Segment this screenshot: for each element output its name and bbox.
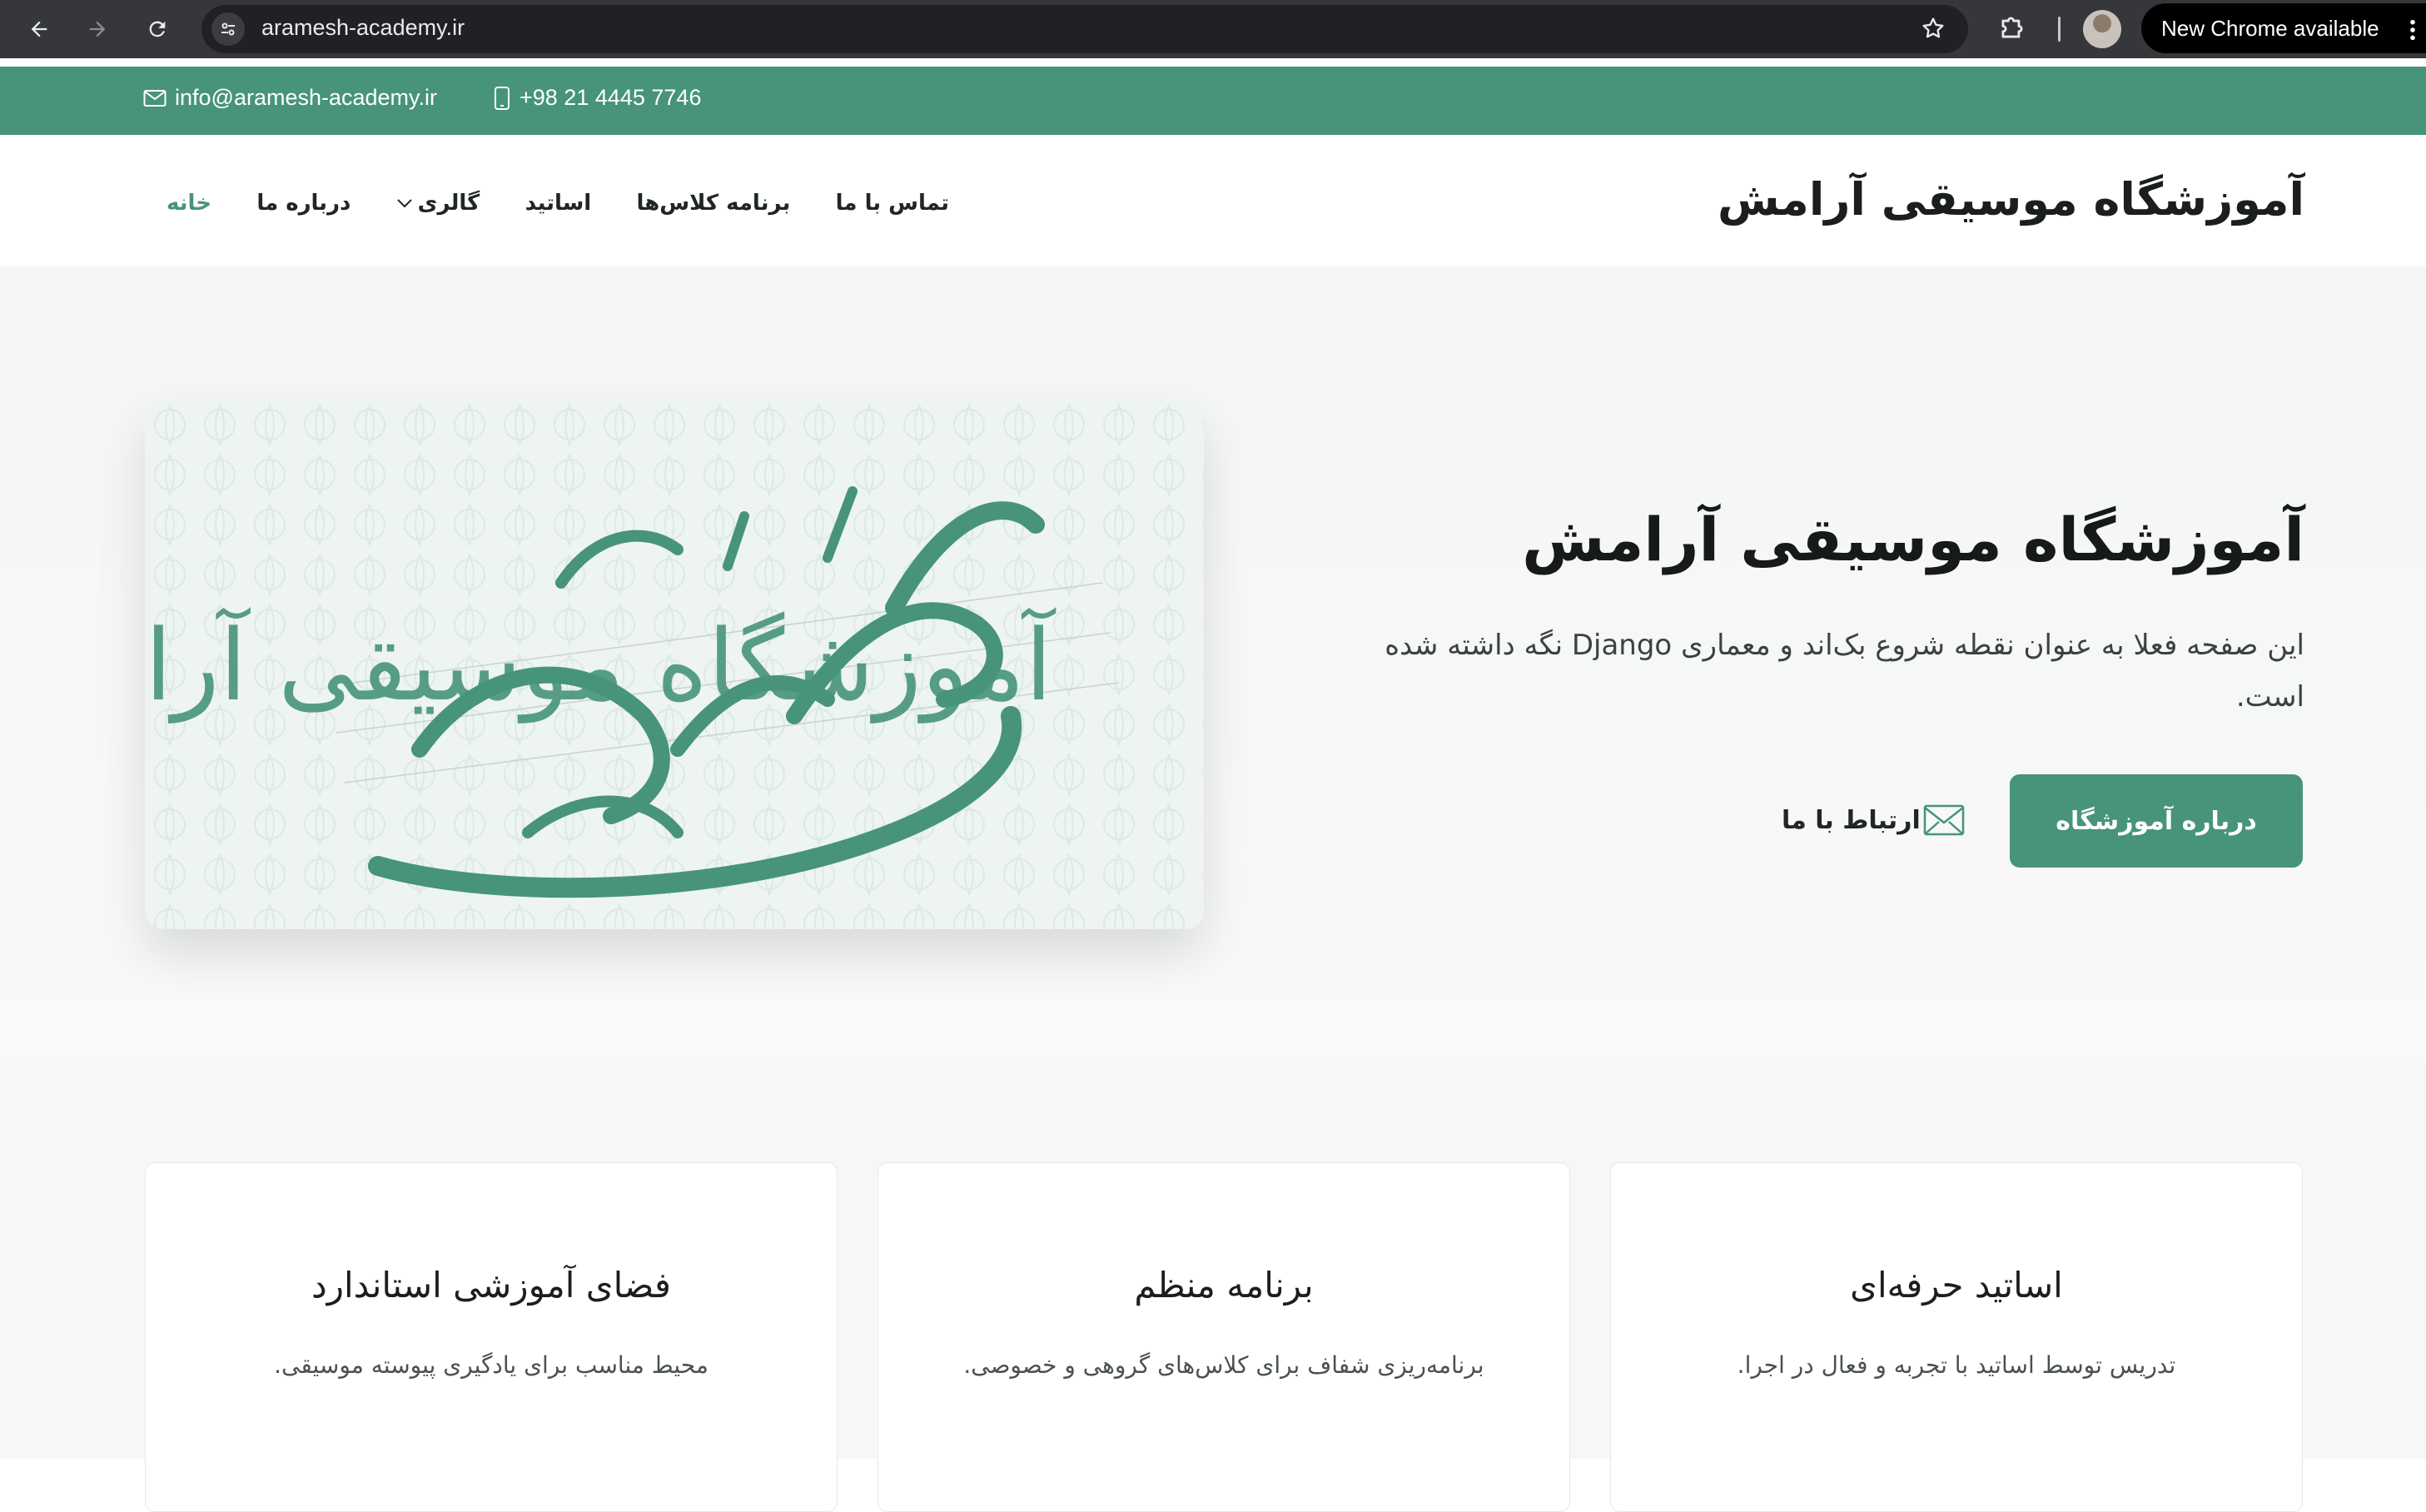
bookmark-button[interactable] xyxy=(1920,15,1946,45)
calligraphy-caption: آموزشگاه موسیقی آرامش xyxy=(145,607,1056,724)
star-icon xyxy=(1922,17,1944,38)
address-bar[interactable]: aramesh-academy.ir xyxy=(201,5,1968,53)
site-logo-text[interactable]: آموزشگاه موسیقی آرامش xyxy=(1718,173,2304,226)
nav-gallery[interactable]: گالری xyxy=(396,191,480,216)
phone-contact[interactable]: +98 21 4445 7746 xyxy=(493,85,701,111)
puzzle-icon xyxy=(2001,17,2023,38)
nav-contact[interactable]: تماس با ما xyxy=(836,191,949,216)
forward-button[interactable] xyxy=(80,12,115,47)
hero-title: آموزشگاه موسیقی آرامش xyxy=(1522,505,2304,575)
forward-arrow-icon xyxy=(89,21,106,37)
feature-text: برنامه‌ریزی شفاف برای کلاس‌های گروهی و خ… xyxy=(963,1351,1484,1379)
about-academy-button[interactable]: درباره آموزشگاه xyxy=(2010,774,2303,868)
nav-gallery-label: گالری xyxy=(417,191,480,216)
profile-avatar[interactable] xyxy=(2083,10,2121,48)
toolbar-divider xyxy=(2058,17,2061,42)
nav-contact-label: تماس با ما xyxy=(835,191,949,216)
extensions-button[interactable] xyxy=(1996,12,2028,47)
about-academy-button-label: درباره آموزشگاه xyxy=(2056,806,2257,836)
chrome-update-button[interactable]: New Chrome available xyxy=(2141,3,2426,53)
nav-teachers-label: اساتید xyxy=(524,191,592,216)
nav-about-label: درباره ما xyxy=(256,191,351,216)
feature-text: محیط مناسب برای یادگیری پیوسته موسیقی. xyxy=(274,1351,708,1379)
envelope-icon xyxy=(1923,804,1965,836)
nav-home[interactable]: خانه xyxy=(167,191,211,216)
hero-description: این صفحه فعلا به عنوان نقطه شروع بک‌اند … xyxy=(1385,629,2304,714)
top-contact-bar: info@aramesh-academy.ir +98 21 4445 7746 xyxy=(0,67,2426,135)
features-section: اساتید حرفه‌ای تدریس توسط اساتید با تجرب… xyxy=(0,1062,2426,1512)
tune-icon xyxy=(221,22,235,36)
site-header: آموزشگاه موسیقی آرامش خانه درباره ما گال… xyxy=(0,135,2426,266)
feature-title: برنامه منظم xyxy=(1134,1265,1314,1306)
feature-title: اساتید حرفه‌ای xyxy=(1850,1265,2063,1306)
site-info-button[interactable] xyxy=(211,12,245,46)
main-navigation: خانه درباره ما گالری اساتید برنامه کلاس‌… xyxy=(167,187,949,220)
contact-us-button-label: ارتباط با ما xyxy=(1782,805,1921,835)
update-label: New Chrome available xyxy=(2161,15,2379,41)
feature-title: فضای آموزشی استاندارد xyxy=(311,1265,671,1306)
mobile-phone-icon xyxy=(495,86,510,110)
more-menu-icon[interactable] xyxy=(2408,18,2418,42)
feature-card: برنامه منظم برنامه‌ریزی شفاف برای کلاس‌ه… xyxy=(877,1162,1570,1512)
email-text[interactable]: info@aramesh-academy.ir xyxy=(175,85,437,111)
feature-card: اساتید حرفه‌ای تدریس توسط اساتید با تجرب… xyxy=(1610,1162,2303,1512)
envelope-icon xyxy=(143,89,167,107)
url-text[interactable]: aramesh-academy.ir xyxy=(261,15,465,41)
hero-section: آموزشگاه موسیقی آرامش آموزشگاه موسیقی آر… xyxy=(0,266,2426,1062)
nav-teachers[interactable]: اساتید xyxy=(525,191,592,216)
contact-us-button[interactable]: ارتباط با ما xyxy=(1782,799,1965,841)
nav-home-label: خانه xyxy=(167,191,212,216)
back-arrow-icon xyxy=(31,21,47,37)
reload-icon xyxy=(149,21,166,37)
phone-text[interactable]: +98 21 4445 7746 xyxy=(520,85,701,111)
nav-class-schedule-label: برنامه کلاس‌ها xyxy=(636,191,791,216)
email-contact[interactable]: info@aramesh-academy.ir xyxy=(143,85,437,111)
browser-toolbar: aramesh-academy.ir New Chrome available xyxy=(0,0,2426,58)
calligraphy-logo-image: آموزشگاه موسیقی آرامش xyxy=(145,400,1204,929)
feature-card: فضای آموزشی استاندارد محیط مناسب برای یا… xyxy=(145,1162,838,1512)
chevron-down-icon xyxy=(396,199,412,208)
back-button[interactable] xyxy=(22,12,57,47)
reload-button[interactable] xyxy=(140,12,175,47)
hero-image: آموزشگاه موسیقی آرامش xyxy=(145,400,1204,929)
nav-about[interactable]: درباره ما xyxy=(256,191,350,216)
feature-text: تدریس توسط اساتید با تجربه و فعال در اجر… xyxy=(1737,1351,2176,1379)
nav-class-schedule[interactable]: برنامه کلاس‌ها xyxy=(636,191,790,216)
